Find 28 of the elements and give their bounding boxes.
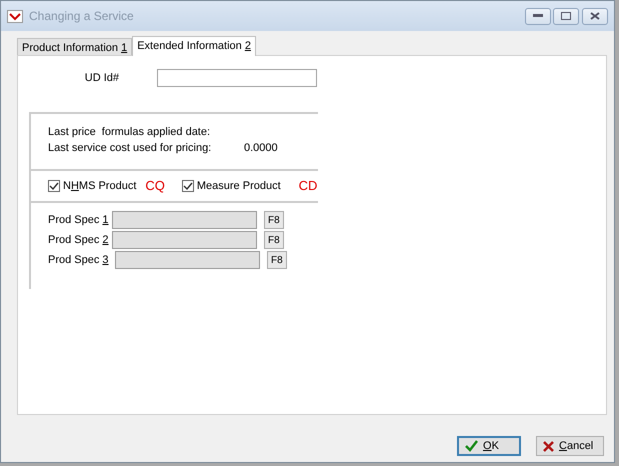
- ud-id-field[interactable]: [157, 69, 317, 87]
- info-label: Last price formulas applied date:: [48, 125, 212, 140]
- x-icon: [543, 440, 554, 452]
- checkbox[interactable]: [182, 180, 194, 192]
- window-title: Changing a Service: [29, 8, 134, 25]
- checkbox-label: NHMS Product: [63, 178, 136, 194]
- status-code: CD: [298, 177, 318, 196]
- info-label: Last service cost used for pricing:: [48, 141, 212, 156]
- tab[interactable]: Extended Information 2: [132, 36, 256, 56]
- close-icon: [590, 12, 600, 20]
- check-icon: [465, 440, 478, 452]
- field-label: Prod Spec 1: [48, 212, 110, 228]
- minimize-icon: [532, 14, 542, 18]
- field-label: Prod Spec 2: [48, 232, 110, 248]
- ok-button[interactable]: OK: [457, 436, 521, 456]
- maximize-button[interactable]: [553, 8, 580, 24]
- field-label: UD Id#: [84, 70, 119, 86]
- tab[interactable]: Product Information 1: [17, 38, 132, 55]
- checkbox-label: Measure Product: [196, 178, 281, 194]
- close-button[interactable]: [582, 8, 608, 24]
- cancel-button[interactable]: Cancel: [536, 436, 604, 456]
- status-code: CQ: [145, 177, 165, 196]
- app-icon: [7, 10, 23, 22]
- info-value: 0.0000: [244, 141, 278, 156]
- checkbox[interactable]: [48, 180, 60, 192]
- maximize-icon: [561, 12, 572, 20]
- field-label: Prod Spec 3: [48, 252, 110, 268]
- minimize-button[interactable]: [524, 8, 550, 24]
